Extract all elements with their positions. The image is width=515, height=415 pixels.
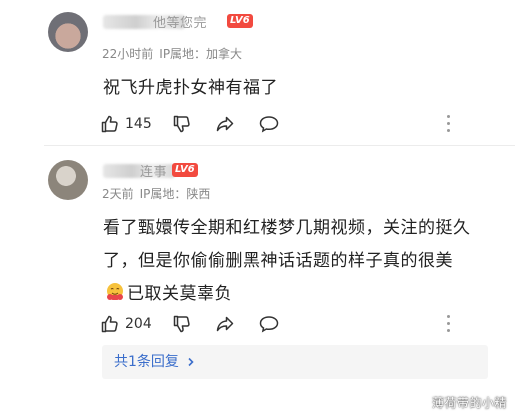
comment-text: 祝飞升虎扑女神有福了	[103, 72, 479, 105]
comment-meta: 22小时前 IP属地：加拿大	[102, 45, 248, 62]
thumbs-up-icon	[101, 115, 118, 133]
reply-summary-box: 共1条回复	[102, 345, 488, 379]
comment-text-tail: 已取关莫辜负	[127, 284, 232, 304]
like-count: 204	[125, 316, 152, 332]
thumbs-down-icon	[173, 115, 190, 133]
thumbs-down-icon	[173, 315, 190, 333]
hugging-face-emoji	[107, 283, 123, 300]
comment-item: 连事 LV6 2天前 IP属地：陕西 看了甄嬛传全期和红楼梦几期视频，关注的挺久了…	[0, 148, 515, 415]
comment-text: 看了甄嬛传全期和红楼梦几期视频，关注的挺久了，但是你偷偷删黑神话话题的样子真的很…	[103, 212, 479, 311]
username[interactable]: 他等您完	[153, 12, 207, 31]
comment-time: 22小时前	[102, 47, 154, 61]
dislike-button[interactable]	[172, 113, 192, 135]
comment-meta: 2天前 IP属地：陕西	[102, 185, 216, 202]
username[interactable]: 连事	[140, 161, 167, 180]
comment-button[interactable]	[258, 313, 280, 335]
ip-location: IP属地：陕西	[139, 187, 211, 201]
like-count: 145	[125, 116, 152, 132]
comment-bubble-icon	[259, 116, 279, 133]
share-icon	[216, 116, 234, 132]
more-vertical-icon	[447, 115, 451, 132]
like-button[interactable]: 145	[100, 113, 152, 135]
level-badge: LV6	[227, 14, 253, 28]
thumbs-up-icon	[101, 315, 118, 333]
view-replies-link[interactable]: 共1条回复	[114, 345, 196, 379]
avatar[interactable]	[48, 12, 88, 52]
more-options-button[interactable]	[447, 115, 451, 133]
chevron-right-icon	[188, 357, 195, 367]
ip-location: IP属地：加拿大	[159, 47, 243, 61]
comment-item: 他等您完 LV6 22小时前 IP属地：加拿大 祝飞升虎扑女神有福了 145	[0, 0, 515, 146]
share-icon	[216, 316, 234, 332]
level-badge: LV6	[172, 163, 198, 177]
comment-actions: 204	[100, 313, 451, 335]
dislike-button[interactable]	[172, 313, 192, 335]
share-button[interactable]	[215, 313, 235, 335]
share-button[interactable]	[215, 113, 235, 135]
avatar[interactable]	[48, 160, 88, 200]
comment-time: 2天前	[102, 187, 134, 201]
like-button[interactable]: 204	[100, 313, 152, 335]
comment-button[interactable]	[258, 113, 280, 135]
comment-actions: 145	[100, 113, 451, 135]
comment-bubble-icon	[259, 316, 279, 333]
divider	[44, 145, 515, 146]
more-vertical-icon	[447, 315, 451, 332]
watermark: 薄荷带的小精	[431, 396, 507, 410]
comment-text-body: 祝飞升虎扑女神有福了	[103, 78, 278, 98]
more-options-button[interactable]	[447, 315, 451, 333]
comment-text-body: 看了甄嬛传全期和红楼梦几期视频，关注的挺久了，但是你偷偷删黑神话话题的样子真的很…	[103, 218, 471, 271]
reply-summary-text: 共1条回复	[114, 354, 179, 370]
